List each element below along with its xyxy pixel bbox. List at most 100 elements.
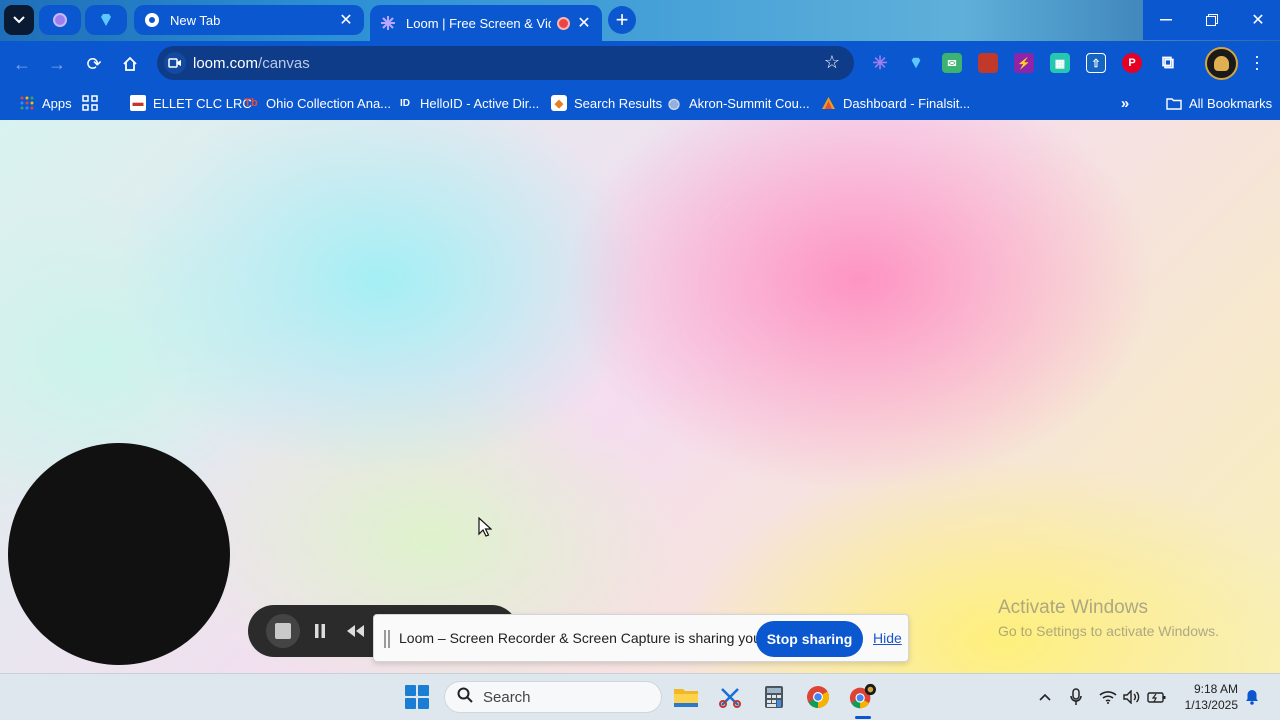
diamond-extension-icon[interactable] <box>906 53 926 73</box>
system-clock[interactable]: 9:18 AM 1/13/2025 <box>1178 681 1238 713</box>
stop-sharing-button[interactable]: Stop sharing <box>756 621 863 657</box>
loom-icon <box>380 15 396 31</box>
pinterest-icon[interactable]: P <box>1122 53 1142 73</box>
reload-icon[interactable]: ⟳ <box>79 49 109 79</box>
bookmark-tab-groups[interactable] <box>82 91 105 115</box>
active-app-indicator <box>855 716 871 719</box>
file-explorer-icon[interactable] <box>672 683 700 711</box>
stop-recording-button[interactable] <box>266 614 300 648</box>
chrome-icon[interactable] <box>804 683 832 711</box>
profile-avatar[interactable] <box>1205 47 1238 80</box>
wifi-icon[interactable] <box>1098 687 1118 707</box>
pinned-tab-loom-recording[interactable] <box>39 5 81 35</box>
close-window-icon[interactable]: ✕ <box>1235 0 1280 40</box>
chrome-icon <box>144 12 160 28</box>
home-icon[interactable] <box>115 49 145 79</box>
microphone-icon[interactable] <box>1066 687 1086 707</box>
pinned-tab-gem[interactable] <box>85 5 127 35</box>
bookmark-helloid[interactable]: ID HelloID - Active Dir... <box>397 91 539 115</box>
bookmark-ellet[interactable]: ▬ ELLET CLC LRC <box>130 91 252 115</box>
bookmark-star-icon[interactable]: ☆ <box>824 52 840 73</box>
all-bookmarks-button[interactable]: All Bookmarks <box>1166 91 1272 115</box>
extensions-puzzle-icon[interactable]: ⧉ <box>1158 53 1178 73</box>
diamond-icon <box>101 14 111 26</box>
loom-extension-icon[interactable]: ✳ <box>870 53 890 73</box>
recording-indicator-icon <box>557 16 570 30</box>
browser-toolbar: ← → ⟳ loom.com/canvas ☆ ✳ ✉ ⚡ ▦ ⇧ P ⧉ · ·… <box>0 41 1280 86</box>
activate-windows-watermark: Activate Windows Go to Settings to activ… <box>998 597 1219 639</box>
sharing-message: Loom – Screen Recorder & Screen Capture … <box>399 630 816 646</box>
menu-kebab-icon[interactable]: · · · <box>1249 47 1265 77</box>
tab-search-button[interactable] <box>4 5 34 35</box>
bookmark-label: Akron-Summit Cou... <box>689 95 810 111</box>
drag-handle-icon[interactable] <box>384 630 390 648</box>
record-icon <box>53 13 67 27</box>
url-path: /canvas <box>258 54 310 72</box>
bookmarks-overflow-button[interactable]: » <box>1117 91 1140 115</box>
windows-taskbar: Search 9:18 AM 1/13/2025 <box>0 673 1280 720</box>
calculator-icon[interactable] <box>760 683 788 711</box>
lightning-extension-icon[interactable]: ⚡ <box>1014 53 1034 73</box>
bookmark-dashboard-finalsite[interactable]: Dashboard - Finalsit... <box>820 91 970 115</box>
pause-recording-button[interactable] <box>306 617 334 645</box>
apps-grid-icon <box>19 95 35 111</box>
stop-icon <box>275 623 291 639</box>
upload-extension-icon[interactable]: ⇧ <box>1086 53 1106 73</box>
loom-canvas: Loom – Screen Recorder & Screen Capture … <box>0 120 1280 673</box>
camera-icon[interactable] <box>164 52 186 74</box>
close-icon[interactable]: ✕ <box>576 13 592 33</box>
search-icon <box>457 687 473 707</box>
bookmark-ohio-collection[interactable]: Tb Ohio Collection Ana... <box>243 91 391 115</box>
taskbar-search-box[interactable]: Search <box>444 681 662 713</box>
tab-groups-icon <box>82 95 98 111</box>
forward-arrow-icon[interactable]: → <box>42 49 72 79</box>
restart-recording-button[interactable] <box>341 617 369 645</box>
chrome-profile-icon[interactable] <box>848 683 876 711</box>
search-placeholder: Search <box>483 688 531 706</box>
back-arrow-icon[interactable]: ← <box>7 49 37 79</box>
new-tab-button[interactable]: + <box>608 6 636 34</box>
screen-sharing-bar: Loom – Screen Recorder & Screen Capture … <box>373 614 909 662</box>
watermark-title: Activate Windows <box>998 597 1148 618</box>
bookmark-label: HelloID - Active Dir... <box>420 95 540 111</box>
bookmark-label: Search Results <box>574 95 663 111</box>
close-icon[interactable]: ✕ <box>338 10 354 30</box>
clock-date: 1/13/2025 <box>1184 698 1238 712</box>
bookmarks-bar: Apps ▬ ELLET CLC LRC Tb Ohio Collection … <box>0 86 1280 120</box>
restore-icon[interactable] <box>1189 0 1235 40</box>
show-hidden-icons-chevron-icon[interactable] <box>1035 687 1055 707</box>
triangle-icon <box>820 95 836 111</box>
folder-icon <box>1166 95 1182 111</box>
url-host: loom.com <box>193 54 259 72</box>
snipping-tool-icon[interactable] <box>716 683 744 711</box>
shield-icon: ◆ <box>551 95 567 111</box>
battery-icon[interactable] <box>1147 687 1167 707</box>
address-bar[interactable]: loom.com/canvas ☆ <box>157 46 854 80</box>
bookmark-label: Dashboard - Finalsit... <box>843 95 971 111</box>
url-text: loom.com/canvas <box>193 55 310 72</box>
bookmark-akron-summit[interactable]: ◍ Akron-Summit Cou... <box>666 91 810 115</box>
tab-new-tab[interactable]: New Tab ✕ <box>134 5 364 35</box>
globe-icon: ◍ <box>667 94 681 111</box>
tab-strip: New Tab ✕ Loom | Free Screen & Video Rec… <box>0 0 1280 41</box>
all-bookmarks-label: All Bookmarks <box>1189 95 1273 111</box>
book-extension-icon[interactable] <box>978 53 998 73</box>
minimize-icon[interactable] <box>1143 0 1189 40</box>
notification-bell-icon[interactable] <box>1242 687 1262 707</box>
bookmark-label: ELLET CLC LRC <box>153 95 252 111</box>
tab-loom[interactable]: Loom | Free Screen & Video Recording Sof… <box>370 5 602 41</box>
volume-icon[interactable] <box>1122 687 1142 707</box>
pause-icon <box>315 624 325 638</box>
windows-start-icon[interactable] <box>405 685 429 709</box>
chevron-down-icon <box>13 16 25 24</box>
bookmark-search-results[interactable]: ◆ Search Results <box>551 91 662 115</box>
rewind-icon <box>347 625 364 637</box>
bookmark-apps[interactable]: Apps <box>19 91 72 115</box>
camera-bubble[interactable] <box>8 443 230 665</box>
grid-extension-icon[interactable]: ▦ <box>1050 53 1070 73</box>
building-icon: ▬ <box>130 95 146 111</box>
hide-link[interactable]: Hide <box>873 630 902 646</box>
tab-title: New Tab <box>170 12 221 28</box>
tb-icon: Tb <box>244 97 258 109</box>
mail-extension-icon[interactable]: ✉ <box>942 53 962 73</box>
